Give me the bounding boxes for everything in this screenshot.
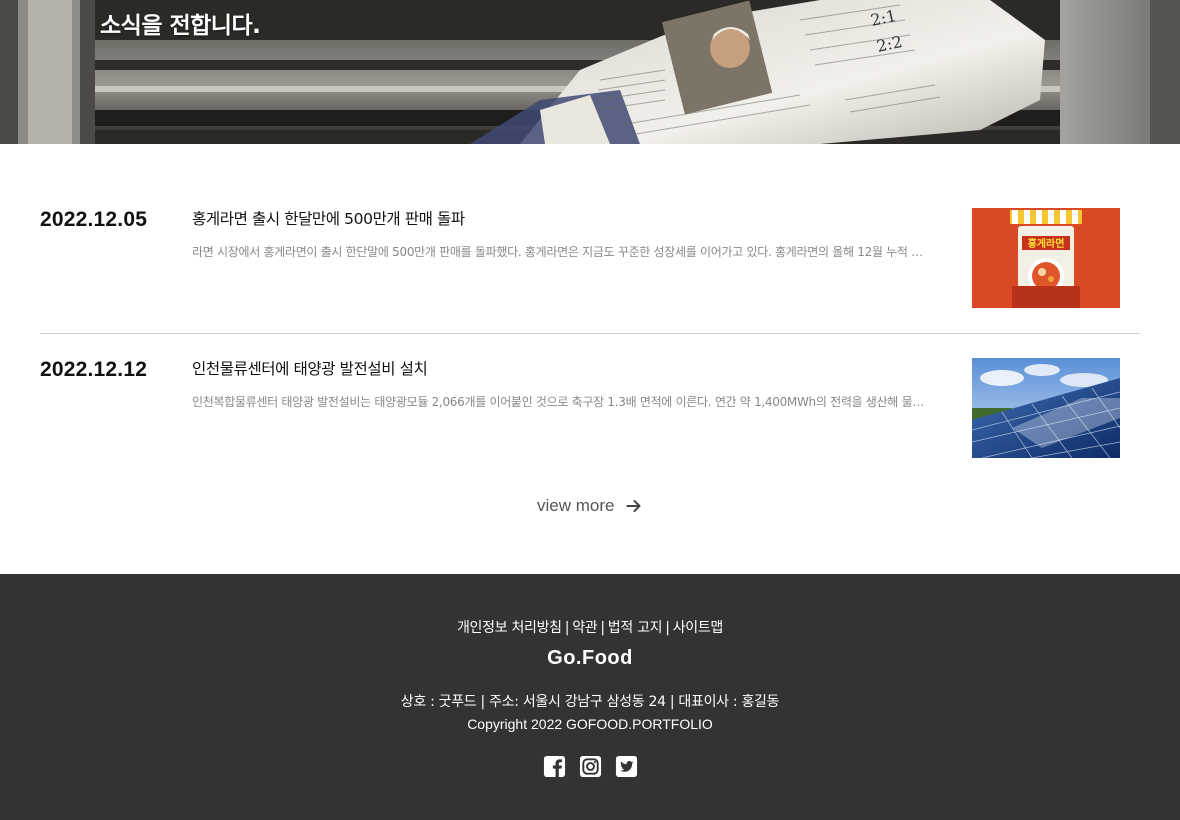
- news-description: 라면 시장에서 홍게라면이 출시 한단말에 500만개 판매를 돌파했다. 홍게…: [192, 245, 932, 259]
- site-footer: 개인정보 처리방침 | 약관 | 법적 고지 | 사이트맵 Go.Food 상호 : 굿푸드…: [0, 574, 1180, 820]
- view-more-label: view more: [537, 496, 615, 515]
- news-date: 2022.12.12: [40, 358, 148, 381]
- view-more-link[interactable]: view more: [537, 496, 642, 516]
- footer-link-sitemap[interactable]: 사이트맵: [673, 620, 724, 636]
- footer-link-privacy[interactable]: 개인정보 처리방침: [457, 620, 562, 636]
- footer-company-info: 상호 : 굿푸드 | 주소: 서울시 강남구 삼성동 24 | 대표이사 : 홍…: [400, 694, 780, 710]
- footer-copyright: Copyright 2022 GOFOOD.PORTFOLIO: [467, 716, 713, 732]
- facebook-icon[interactable]: [543, 755, 566, 778]
- footer-separator: |: [600, 620, 605, 636]
- footer-social-links: [0, 755, 1180, 778]
- instagram-icon[interactable]: [579, 755, 602, 778]
- news-item[interactable]: 2022.12.12 인천물류센터에 태양광 발전설비 설치 인천복합물류센터 …: [40, 333, 1140, 482]
- hero-title: 소식을 전합니다.: [100, 13, 261, 39]
- footer-brand: Go.Food: [547, 647, 633, 669]
- footer-links: 개인정보 처리방침 | 약관 | 법적 고지 | 사이트맵: [0, 617, 1180, 637]
- news-title-link[interactable]: 홍게라면 출시 한달만에 500만개 판매 돌파: [192, 207, 465, 229]
- noodle-package-label: 홍게라면: [1028, 237, 1065, 250]
- footer-link-terms[interactable]: 약관: [572, 620, 597, 636]
- news-date: 2022.12.05: [40, 208, 148, 231]
- hero-banner: 2:1 2:2 소식을 전합니다.: [0, 0, 1180, 144]
- footer-link-legal[interactable]: 법적 고지: [608, 620, 663, 636]
- news-list: 2022.12.05 홍게라면 출시 한달만에 500만개 판매 돌파 라면 시…: [40, 184, 1140, 482]
- solar-panel-image[interactable]: [972, 358, 1120, 458]
- twitter-icon[interactable]: [615, 755, 638, 778]
- news-description: 인천복합물류센터 태양광 발전설비는 태양광모듈 2,066개를 이어붙인 것으…: [192, 395, 932, 409]
- news-item[interactable]: 2022.12.05 홍게라면 출시 한달만에 500만개 판매 돌파 라면 시…: [40, 184, 1140, 333]
- footer-separator: |: [665, 620, 670, 636]
- arrow-right-icon: [626, 500, 641, 512]
- noodle-package-image[interactable]: 홍게라면: [972, 208, 1120, 308]
- news-title-link[interactable]: 인천물류센터에 태양광 발전설비 설치: [192, 357, 428, 379]
- footer-separator: |: [564, 620, 570, 636]
